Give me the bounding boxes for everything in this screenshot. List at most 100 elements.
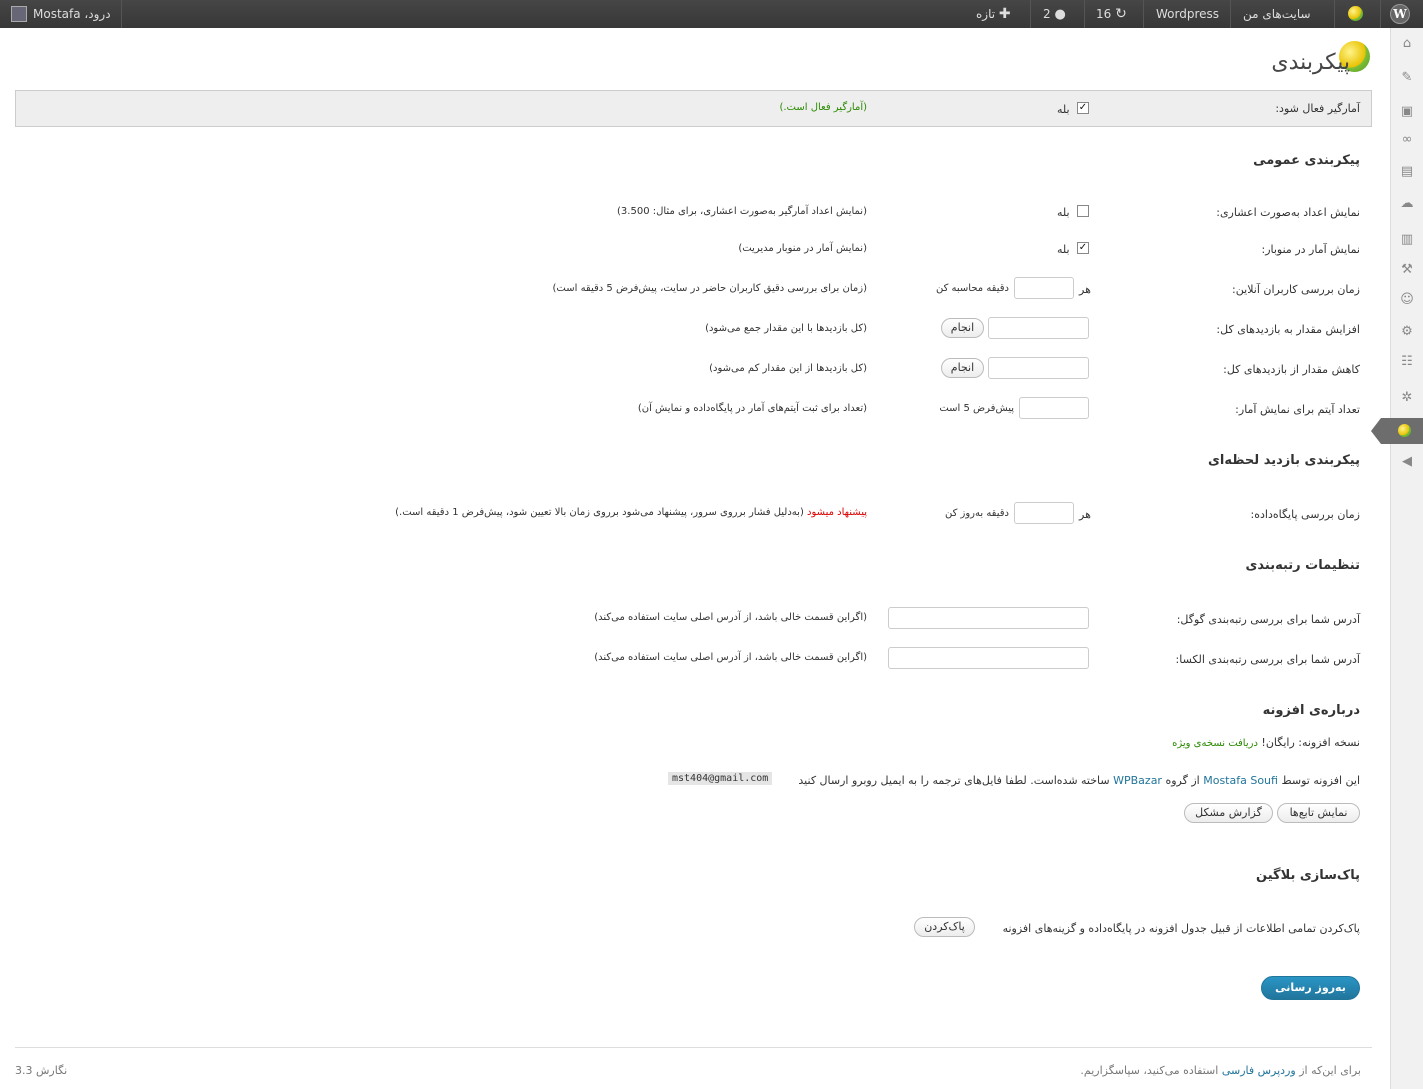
online-suffix: دقیقه محاسبه کن — [935, 283, 1009, 294]
version-text: نسخه افزونه: رایگان! — [1261, 736, 1360, 749]
show-functions-button[interactable]: نمایش تابع‌ها — [1277, 803, 1360, 823]
online-prefix: هر — [1079, 283, 1091, 296]
menubar-desc: (نمایش آمار در منوبار مدیریت) — [738, 243, 867, 254]
collapse-menu-icon[interactable]: ◀ — [1399, 454, 1415, 470]
new-content-menu[interactable]: ✚ تازه — [976, 0, 1011, 28]
google-url-input[interactable] — [888, 607, 1089, 629]
author-link[interactable]: Mostafa Soufi — [1203, 774, 1278, 787]
active-menu-item[interactable] — [1381, 418, 1423, 444]
db-desc-recommended: پیشنهاد میشود — [807, 507, 867, 518]
footer-pre: برای این‌که از — [1299, 1064, 1361, 1077]
items-count-input[interactable] — [1019, 397, 1089, 419]
cleanup-heading: پاک‌سازی بلاگین — [1256, 868, 1360, 883]
comment-bubble-icon: ● — [1054, 7, 1066, 22]
separator — [1030, 0, 1031, 28]
links-icon[interactable]: ∞ — [1399, 132, 1415, 148]
separator — [1084, 0, 1085, 28]
increase-input[interactable] — [988, 317, 1089, 339]
update-submit-button[interactable]: به‌روز رسانی — [1261, 976, 1360, 1000]
alexa-desc: (اگراین قسمت خالی باشد، از آدرس اصلی سای… — [594, 652, 867, 663]
increase-submit-button[interactable]: انجام — [941, 318, 984, 338]
increase-label: افزایش مقدار به بازدیدهای کل: — [1216, 323, 1360, 336]
db-suffix: دقیقه به‌روز کن — [944, 508, 1009, 519]
credit-post: ساخته شده‌است. لطفا فایل‌های ترجمه را به… — [798, 774, 1110, 787]
stats-ball-icon[interactable] — [1348, 6, 1363, 21]
version-line: نسخه افزونه: رایگان! دریافت نسخه‌ی ویژه — [1172, 736, 1360, 749]
separator — [1230, 0, 1231, 28]
appearance-icon[interactable]: ▥ — [1399, 232, 1415, 248]
stats-enable-checkbox[interactable]: ✓ — [1077, 102, 1089, 114]
online-minutes-input[interactable] — [1014, 277, 1074, 299]
decrease-label: کاهش مقدار از بازدیدهای کل: — [1223, 363, 1360, 376]
db-desc-text: (به‌دلیل فشار برروی سرور، پیشنهاد می‌شود… — [395, 507, 804, 518]
menubar-label: نمایش آمار در منوبار: — [1261, 243, 1361, 256]
settings-icon[interactable]: ☷ — [1399, 354, 1415, 370]
footer-divider — [15, 1047, 1372, 1048]
status-box — [15, 90, 1372, 127]
rank-heading: تنظیمات رتبه‌بندی — [1245, 558, 1360, 573]
users-icon[interactable]: ☺ — [1399, 292, 1415, 308]
decimal-checkbox[interactable] — [1077, 205, 1089, 217]
db-check-label: زمان بررسی پایگاه‌داده: — [1250, 508, 1360, 521]
menubar-checkbox[interactable]: ✓ — [1077, 242, 1089, 254]
items-label: تعداد آیتم برای نمایش آمار: — [1235, 403, 1360, 416]
items-suffix: پیش‌فرض 5 است — [939, 403, 1014, 414]
posts-pin-icon[interactable]: ✎ — [1399, 70, 1415, 86]
footer-link[interactable]: وردپرس فارسی — [1222, 1064, 1296, 1077]
user-greeting[interactable]: درود، Mostafa — [33, 0, 111, 28]
google-label: آدرس شما برای بررسی رتبه‌بندی گوگل: — [1176, 613, 1360, 626]
cleanup-text: پاک‌کردن تمامی اطلاعات از قبیل جدول افزو… — [1002, 922, 1360, 935]
updates-count: 16 — [1096, 7, 1112, 21]
separator — [1143, 0, 1144, 28]
decrease-submit-button[interactable]: انجام — [941, 358, 984, 378]
alexa-url-input[interactable] — [888, 647, 1089, 669]
db-desc: پیشنهاد میشود (به‌دلیل فشار برروی سرور، … — [395, 507, 867, 518]
decimal-desc: (نمایش اعداد آمارگیر به‌صورت اعشاری، برا… — [617, 206, 867, 217]
report-issue-button[interactable]: گزارش مشکل — [1184, 803, 1273, 823]
stats-status-message: (آمارگیر فعال است.) — [779, 102, 867, 113]
plugins-icon[interactable]: ⚒ — [1399, 262, 1415, 278]
comments-count: 2 — [1043, 7, 1051, 21]
increase-desc: (کل بازدیدها با این مقدار جمع می‌شود) — [705, 323, 867, 334]
comments-icon[interactable]: ☁ — [1399, 196, 1415, 212]
page-title: پیکربندی — [1271, 50, 1350, 75]
google-desc: (اگراین قسمت خالی باشد، از آدرس اصلی سای… — [594, 612, 867, 623]
db-prefix: هر — [1079, 508, 1091, 521]
items-desc: (تعداد برای ثبت آیتم‌های آمار در پایگاه‌… — [637, 403, 867, 414]
plus-icon: ✚ — [998, 6, 1011, 22]
online-desc: (زمان برای بررسی دقیق کاربران حاضر در سا… — [552, 283, 867, 294]
decrease-desc: (کل بازدیدها از این مقدار کم می‌شود) — [709, 363, 867, 374]
comments-menu[interactable]: 2 ● — [1043, 0, 1066, 28]
stats-enable-check-label: بله — [1057, 103, 1070, 116]
menubar-check-label: بله — [1057, 243, 1070, 256]
tools-icon[interactable]: ⚙ — [1399, 324, 1415, 340]
group-link[interactable]: WPBazar — [1113, 774, 1162, 787]
pro-version-link[interactable]: دریافت نسخه‌ی ویژه — [1172, 738, 1258, 749]
my-sites-menu[interactable]: سایت‌های من — [1243, 0, 1311, 28]
gear-icon[interactable]: ✲ — [1399, 390, 1415, 406]
avatar[interactable] — [11, 6, 27, 22]
credit-pre: این افزونه توسط — [1281, 774, 1360, 787]
decimal-check-label: بله — [1057, 206, 1070, 219]
stats-enable-label: آمارگیر فعال شود: — [1275, 102, 1360, 115]
new-label: تازه — [976, 7, 996, 21]
footer-post: استفاده می‌کنید، سپاسگزاریم. — [1080, 1064, 1219, 1077]
updates-icon: ↻ — [1115, 6, 1127, 22]
separator — [1334, 0, 1335, 28]
dashboard-icon[interactable]: ⌂ — [1399, 36, 1415, 52]
credit-mid: از گروه — [1165, 774, 1200, 787]
about-heading: درباره‌ی افزونه — [1262, 703, 1360, 718]
db-minutes-input[interactable] — [1014, 502, 1074, 524]
admin-bar: W سایت‌های من Wordpress 16 ↻ 2 ● ✚ تازه … — [0, 0, 1423, 28]
footer-version: نگارش 3.3 — [15, 1064, 68, 1077]
updates-menu[interactable]: 16 ↻ — [1096, 0, 1127, 28]
decimal-label: نمایش اعداد به‌صورت اعشاری: — [1216, 206, 1360, 219]
separator — [121, 0, 122, 28]
site-name-menu[interactable]: Wordpress — [1156, 0, 1219, 28]
cleanup-button[interactable]: پاک‌کردن — [914, 917, 975, 937]
decrease-input[interactable] — [988, 357, 1089, 379]
media-icon[interactable]: ▣ — [1399, 104, 1415, 120]
separator — [1380, 0, 1381, 28]
pages-icon[interactable]: ▤ — [1399, 164, 1415, 180]
wordpress-logo-icon[interactable]: W — [1390, 4, 1410, 24]
